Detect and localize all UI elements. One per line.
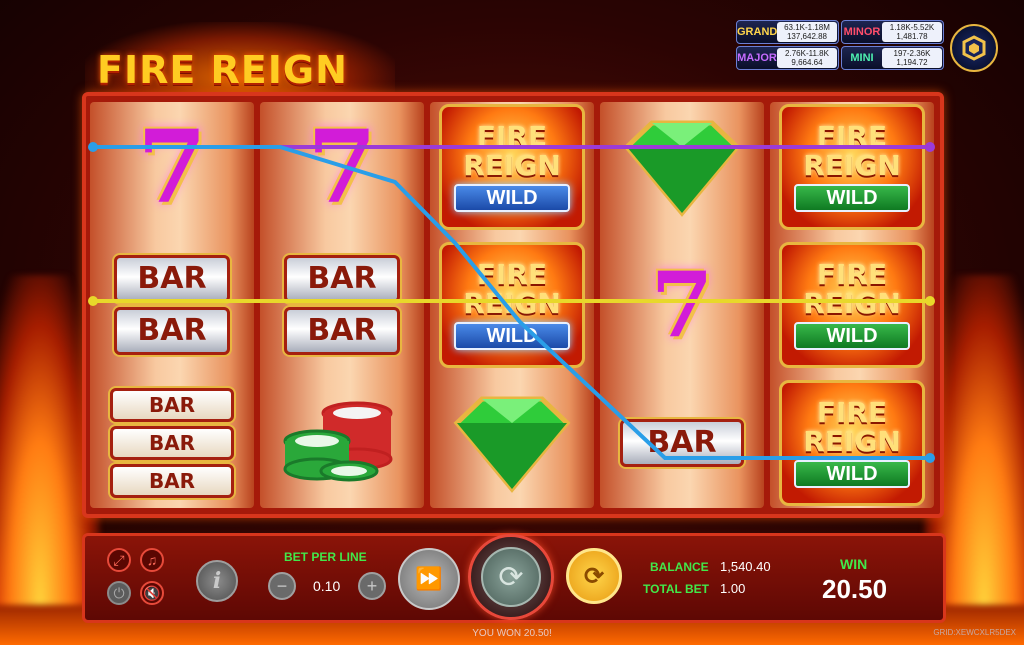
autoplay-icon: ⟳ xyxy=(583,562,605,590)
poker-chips-icon xyxy=(283,401,393,482)
fire-reign-line2: REIGN xyxy=(803,425,901,458)
symbol-double-bar: BAR BAR xyxy=(260,240,424,370)
symbol-green-gem xyxy=(600,102,764,232)
reel-5: FIRE REIGN WILD FIRE REIGN WILD FIRE REIGN WIL… xyxy=(770,102,934,508)
fire-reign-line1: FIRE xyxy=(476,258,548,291)
spin-icon: ⟳ xyxy=(498,560,524,594)
jackpot-major-label: MAJOR xyxy=(737,52,777,64)
total-bet-label: TOTAL BET xyxy=(643,582,709,596)
symbol-seven: 7 xyxy=(307,108,377,226)
game-title: FIRE REIGN xyxy=(97,48,348,92)
bar-label: BAR xyxy=(114,255,230,303)
win-value: 20.50 xyxy=(822,574,888,604)
bet-per-line-value: 0.10 xyxy=(313,578,341,594)
symbol-green-gem xyxy=(430,378,594,508)
symbol-fire-reign-wild: FIRE REIGN WILD xyxy=(430,102,594,232)
minus-icon: − xyxy=(276,575,288,596)
balance-value: 1,540.40 xyxy=(720,559,771,574)
symbol-single-bar: BAR xyxy=(600,378,764,508)
fire-reign-line1: FIRE xyxy=(476,120,548,153)
wild-label: WILD xyxy=(794,460,910,488)
fire-reign-line1: FIRE xyxy=(816,396,888,429)
wild-label: WILD xyxy=(794,322,910,350)
info-button[interactable]: i xyxy=(196,560,238,602)
jackpot-grand-range: 63.1K-1.18M xyxy=(784,23,830,32)
green-gem-icon xyxy=(623,120,741,217)
bet-per-line-label: BET PER LINE xyxy=(284,550,367,564)
wild-label: WILD xyxy=(454,322,570,350)
power-icon: ⏻ xyxy=(113,584,125,601)
jackpot-major-range: 2.76K-11.8K xyxy=(785,49,829,58)
symbol-chips xyxy=(260,378,424,508)
jackpot-major-value: 9,664.64 xyxy=(791,58,823,67)
bar-label: BAR xyxy=(620,419,744,467)
fullscreen-icon: ⤢ xyxy=(113,551,125,568)
provider-logo-button[interactable] xyxy=(950,24,998,72)
turbo-icon: ⏩ xyxy=(415,566,443,591)
jackpot-mini: MINI 197-2.36K 1,194.72 xyxy=(841,46,944,70)
balance-label: BALANCE xyxy=(650,560,709,574)
jackpot-minor: MINOR 1.18K-5.52K 1,481.78 xyxy=(841,20,944,44)
bar-label: BAR xyxy=(284,307,400,355)
autoplay-button[interactable]: ⟳ xyxy=(566,548,622,604)
spin-button[interactable]: ⟳ xyxy=(468,534,554,620)
jackpot-minor-label: MINOR xyxy=(843,26,881,38)
symbol-seven: 7 xyxy=(137,108,207,226)
fire-reign-line2: REIGN xyxy=(803,149,901,182)
symbol-seven: 7 xyxy=(650,252,714,358)
jackpot-mini-value: 1,194.72 xyxy=(896,58,928,67)
music-icon: ♫ xyxy=(146,552,158,568)
green-gem-icon xyxy=(453,396,571,493)
music-button[interactable]: ♫ xyxy=(140,548,164,572)
symbol-fire-reign-wild: FIRE REIGN WILD xyxy=(430,240,594,370)
bar-label: BAR xyxy=(110,464,234,498)
fire-reign-line2: REIGN xyxy=(463,287,561,320)
symbol-fire-reign-wild: FIRE REIGN WILD xyxy=(770,378,934,508)
jackpot-major: MAJOR 2.76K-11.8K 9,664.64 xyxy=(736,46,839,70)
reel-4: 7 BAR xyxy=(600,102,764,508)
bet-decrease-button[interactable]: − xyxy=(268,572,296,600)
jackpot-grand-label: GRAND xyxy=(737,26,778,38)
jackpot-panel: GRAND 63.1K-1.18M 137,642.88 MINOR 1.18K-… xyxy=(736,20,944,70)
jackpot-grand: GRAND 63.1K-1.18M 137,642.88 xyxy=(736,20,839,44)
reel-2: 7 BAR BAR xyxy=(260,102,424,508)
reel-3: FIRE REIGN WILD FIRE REIGN WILD xyxy=(430,102,594,508)
cube-logo-icon xyxy=(962,35,986,61)
sound-button[interactable]: 🔇 xyxy=(140,581,164,605)
turbo-button[interactable]: ⏩ xyxy=(398,548,460,610)
fire-reign-line2: REIGN xyxy=(463,149,561,182)
jackpot-minor-value: 1,481.78 xyxy=(896,32,928,41)
symbol-double-bar: BAR BAR xyxy=(90,240,254,370)
fire-reign-line1: FIRE xyxy=(816,120,888,153)
bar-label: BAR xyxy=(114,307,230,355)
power-button[interactable]: ⏻ xyxy=(107,581,131,605)
jackpot-mini-range: 197-2.36K xyxy=(893,49,931,58)
fullscreen-button[interactable]: ⤢ xyxy=(107,548,131,572)
total-bet-value: 1.00 xyxy=(720,581,746,596)
win-label: WIN xyxy=(840,556,868,572)
reel-1: 7 BAR BAR BAR BAR BAR xyxy=(90,102,254,508)
jackpot-minor-range: 1.18K-5.52K xyxy=(889,23,935,32)
win-message: YOU WON 20.50! xyxy=(472,628,552,639)
symbol-triple-bar: BAR BAR BAR xyxy=(90,378,254,508)
sound-muted-icon: 🔇 xyxy=(143,584,161,601)
bar-label: BAR xyxy=(284,255,400,303)
reels-frame: 7 BAR BAR BAR BAR BAR 7 BAR BAR FIRE REI… xyxy=(82,92,944,518)
bar-label: BAR xyxy=(110,388,234,422)
bet-increase-button[interactable]: + xyxy=(358,572,386,600)
jackpot-mini-label: MINI xyxy=(850,52,874,64)
plus-icon: + xyxy=(366,575,378,596)
fire-reign-line1: FIRE xyxy=(816,258,888,291)
symbol-fire-reign-wild: FIRE REIGN WILD xyxy=(770,240,934,370)
game-logo: FIRE REIGN xyxy=(85,22,395,92)
wild-label: WILD xyxy=(454,184,570,212)
grid-id: GRID:XEWCXLR5DEX xyxy=(933,628,1016,637)
bar-label: BAR xyxy=(110,426,234,460)
wild-label: WILD xyxy=(794,184,910,212)
jackpot-grand-value: 137,642.88 xyxy=(786,32,828,41)
symbol-fire-reign-wild: FIRE REIGN WILD xyxy=(770,102,934,232)
fire-reign-line2: REIGN xyxy=(803,287,901,320)
